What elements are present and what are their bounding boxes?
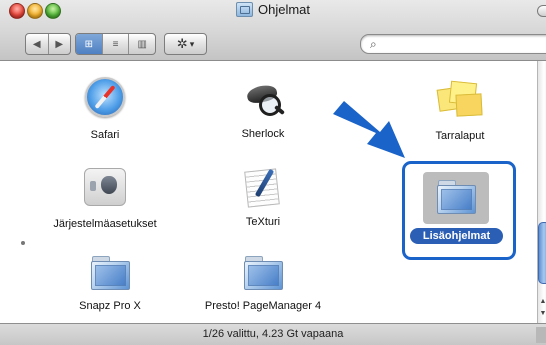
resize-corner[interactable] — [536, 327, 546, 343]
finder-window: Ohjelmat ◀ ▶ ⊞ ≡ ▥ ✲ ▾ ⌕ Safari Sherlock… — [0, 0, 546, 345]
status-bar: 1/26 valittu, 4.23 Gt vapaana — [0, 323, 546, 345]
scroll-down-arrow-icon[interactable]: ▼ — [538, 309, 546, 319]
scrollbar-thumb[interactable] — [538, 222, 546, 284]
status-text: 1/26 valittu, 4.23 Gt vapaana — [202, 328, 344, 340]
scroll-up-arrow-icon[interactable]: ▲ — [538, 297, 546, 307]
pointer-arrow-icon — [333, 101, 405, 158]
